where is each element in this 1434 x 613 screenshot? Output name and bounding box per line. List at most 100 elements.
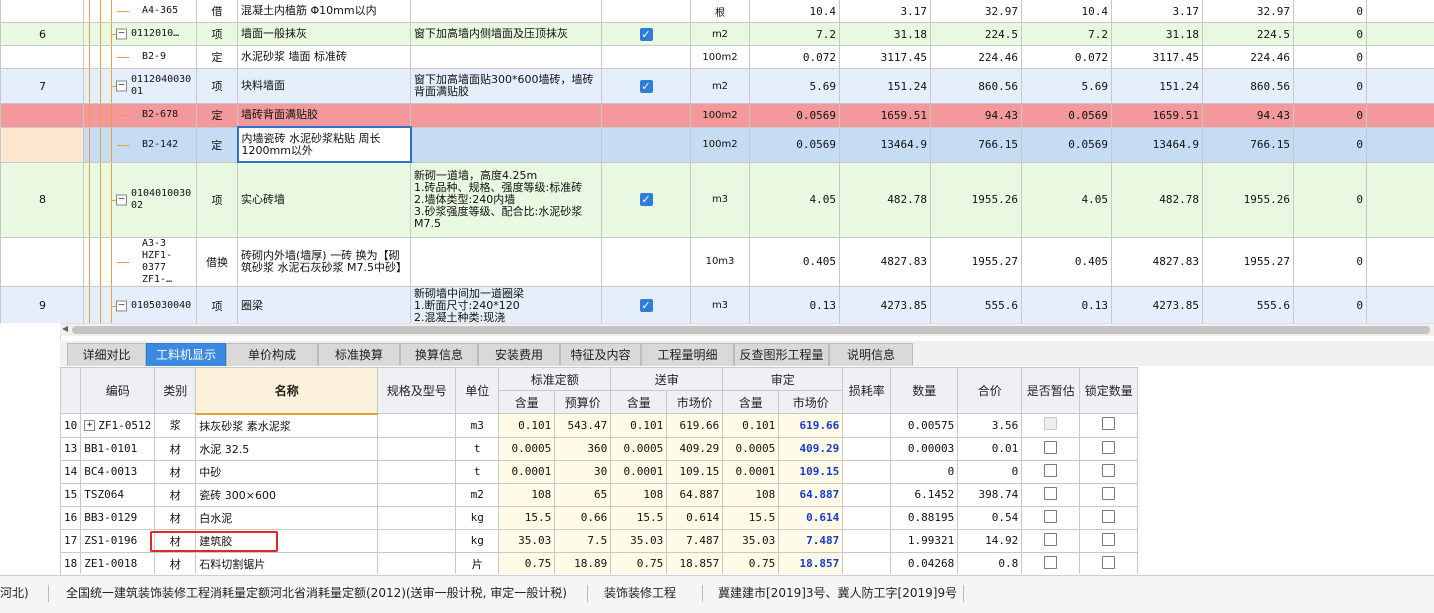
item-c1[interactable]: 0	[1294, 23, 1367, 46]
item-price[interactable]: 4273.85	[840, 286, 931, 323]
material-name[interactable]: 白水泥	[196, 506, 378, 529]
item-price2[interactable]: 13464.9	[1112, 127, 1203, 162]
item-price2[interactable]: 31.18	[1112, 23, 1203, 46]
material-lock-cell[interactable]	[1080, 437, 1138, 460]
item-checkbox-cell[interactable]: ✓	[602, 162, 691, 237]
item-feature[interactable]	[411, 127, 602, 162]
tab-item[interactable]: 单价构成	[226, 343, 318, 366]
item-name[interactable]: 水泥砂浆 墙面 标准砖	[238, 46, 411, 69]
material-loss-rate[interactable]	[843, 437, 891, 460]
item-price[interactable]: 1659.51	[840, 104, 931, 128]
item-feature[interactable]: 窗下加高墙面贴300*600墙砖，墙砖背面满贴胶	[411, 69, 602, 104]
material-code[interactable]: TSZ064	[81, 483, 155, 506]
checkbox-icon[interactable]	[1102, 441, 1115, 454]
item-c2[interactable]: 0	[1367, 46, 1434, 69]
material-code[interactable]: ZS1-0196	[81, 529, 155, 552]
item-c2[interactable]: 0	[1367, 127, 1434, 162]
item-total2[interactable]: 1955.27	[1203, 237, 1294, 286]
material-loss-rate[interactable]	[843, 529, 891, 552]
item-qty[interactable]: 0.072	[750, 46, 840, 69]
material-provisional-cell[interactable]	[1022, 414, 1080, 438]
item-qty[interactable]: 0.0569	[750, 104, 840, 128]
bill-row[interactable]: 6−0112010…项墙面一般抹灰窗下加高墙内侧墙面及压顶抹灰✓m27.231.…	[1, 23, 1434, 46]
item-total2[interactable]: 224.5	[1203, 23, 1294, 46]
item-qty2[interactable]: 4.05	[1022, 162, 1112, 237]
material-lock-cell[interactable]	[1080, 414, 1138, 438]
material-std-content[interactable]: 0.75	[499, 552, 555, 574]
header-send-content[interactable]: 含量	[611, 391, 667, 414]
material-send-content[interactable]: 0.0001	[611, 460, 667, 483]
tab-item[interactable]: 工料机显示	[146, 343, 226, 366]
material-row[interactable]: 18ZE1-0018材石料切割锯片片0.7518.890.7518.8570.7…	[61, 552, 1138, 574]
checkbox-checked-icon[interactable]: ✓	[640, 299, 653, 312]
item-qty2[interactable]: 0.0569	[1022, 104, 1112, 128]
material-send-market-price[interactable]: 0.614	[667, 506, 723, 529]
item-c1[interactable]: 0	[1294, 104, 1367, 128]
item-code[interactable]: −0104010030 02	[84, 162, 197, 237]
material-row[interactable]: 14BC4-0013材中砂t0.0001300.0001109.150.0001…	[61, 460, 1138, 483]
tab-item[interactable]: 安装费用	[478, 343, 560, 366]
item-qty2[interactable]: 5.69	[1022, 69, 1112, 104]
material-quantity[interactable]: 0.88195	[891, 506, 958, 529]
item-c1[interactable]: 0	[1294, 162, 1367, 237]
item-qty2[interactable]: 0.0569	[1022, 127, 1112, 162]
material-audit-market-price[interactable]: 7.487	[779, 529, 843, 552]
material-audit-market-price[interactable]: 64.887	[779, 483, 843, 506]
item-c2[interactable]: 0	[1367, 237, 1434, 286]
bill-row[interactable]: 7−0112040030 01项块料墙面窗下加高墙面贴300*600墙砖，墙砖背…	[1, 69, 1434, 104]
scroll-left-icon[interactable]: ◀	[62, 324, 68, 333]
tab-item[interactable]: 换算信息	[400, 343, 478, 366]
material-loss-rate[interactable]	[843, 414, 891, 438]
material-code[interactable]: BB3-0129	[81, 506, 155, 529]
header-std-content[interactable]: 含量	[499, 391, 555, 414]
material-spec[interactable]	[378, 506, 456, 529]
material-spec[interactable]	[378, 414, 456, 438]
material-code[interactable]: +ZF1-0512	[81, 414, 155, 438]
material-audit-market-price[interactable]: 409.29	[779, 437, 843, 460]
item-price2[interactable]: 1659.51	[1112, 104, 1203, 128]
header-send-market-price[interactable]: 市场价	[667, 391, 723, 414]
material-std-content[interactable]: 0.0005	[499, 437, 555, 460]
header-total[interactable]: 合价	[958, 368, 1022, 414]
material-lock-cell[interactable]	[1080, 529, 1138, 552]
item-c1[interactable]: 0	[1294, 286, 1367, 323]
item-qty2[interactable]: 0.072	[1022, 46, 1112, 69]
item-checkbox-cell[interactable]	[602, 104, 691, 128]
item-name[interactable]: 内墙瓷砖 水泥砂浆粘贴 周长1200mm以外	[238, 127, 411, 162]
item-price2[interactable]: 3117.45	[1112, 46, 1203, 69]
item-total[interactable]: 224.46	[931, 46, 1022, 69]
tab-item[interactable]: 标准换算	[318, 343, 400, 366]
item-price[interactable]: 31.18	[840, 23, 931, 46]
item-total[interactable]: 1955.27	[931, 237, 1022, 286]
checkbox-checked-icon[interactable]: ✓	[640, 28, 653, 41]
item-code[interactable]: −0112010…	[84, 23, 197, 46]
item-total2[interactable]: 860.56	[1203, 69, 1294, 104]
material-std-content[interactable]: 0.101	[499, 414, 555, 438]
item-total2[interactable]: 766.15	[1203, 127, 1294, 162]
item-feature[interactable]: 新砌一道墙，高度4.25m 1.砖品种、规格、强度等级:标准砖 2.墙体类型:2…	[411, 162, 602, 237]
header-code[interactable]: 编码	[81, 368, 155, 414]
bill-row[interactable]: 9−0105030040项圈梁新砌墙中间加一道圈梁 1.断面尺寸:240*120…	[1, 286, 1434, 323]
item-price[interactable]: 151.24	[840, 69, 931, 104]
material-send-market-price[interactable]: 7.487	[667, 529, 723, 552]
material-audit-content[interactable]: 0.0005	[723, 437, 779, 460]
material-loss-rate[interactable]	[843, 506, 891, 529]
checkbox-icon[interactable]	[1102, 533, 1115, 546]
item-feature[interactable]	[411, 0, 602, 23]
item-price[interactable]: 482.78	[840, 162, 931, 237]
header-std-budget-price[interactable]: 预算价	[555, 391, 611, 414]
item-c1[interactable]: 0	[1294, 237, 1367, 286]
checkbox-icon[interactable]	[1044, 417, 1057, 430]
item-qty[interactable]: 5.69	[750, 69, 840, 104]
bill-row[interactable]: B2-142定内墙瓷砖 水泥砂浆粘贴 周长1200mm以外100m20.0569…	[1, 127, 1434, 162]
item-code[interactable]: B2-142	[84, 127, 197, 162]
material-provisional-cell[interactable]	[1022, 483, 1080, 506]
item-checkbox-cell[interactable]: ✓	[602, 69, 691, 104]
tab-item[interactable]: 详细对比	[67, 343, 146, 366]
item-code[interactable]: A3-3 HZF1-0377 ZF1-…	[84, 237, 197, 286]
item-c2[interactable]: 0	[1367, 0, 1434, 23]
bill-row[interactable]: B2-678定墙砖背面满贴胶100m20.05691659.5194.430.0…	[1, 104, 1434, 128]
item-total2[interactable]: 94.43	[1203, 104, 1294, 128]
item-price2[interactable]: 482.78	[1112, 162, 1203, 237]
item-qty[interactable]: 0.0569	[750, 127, 840, 162]
